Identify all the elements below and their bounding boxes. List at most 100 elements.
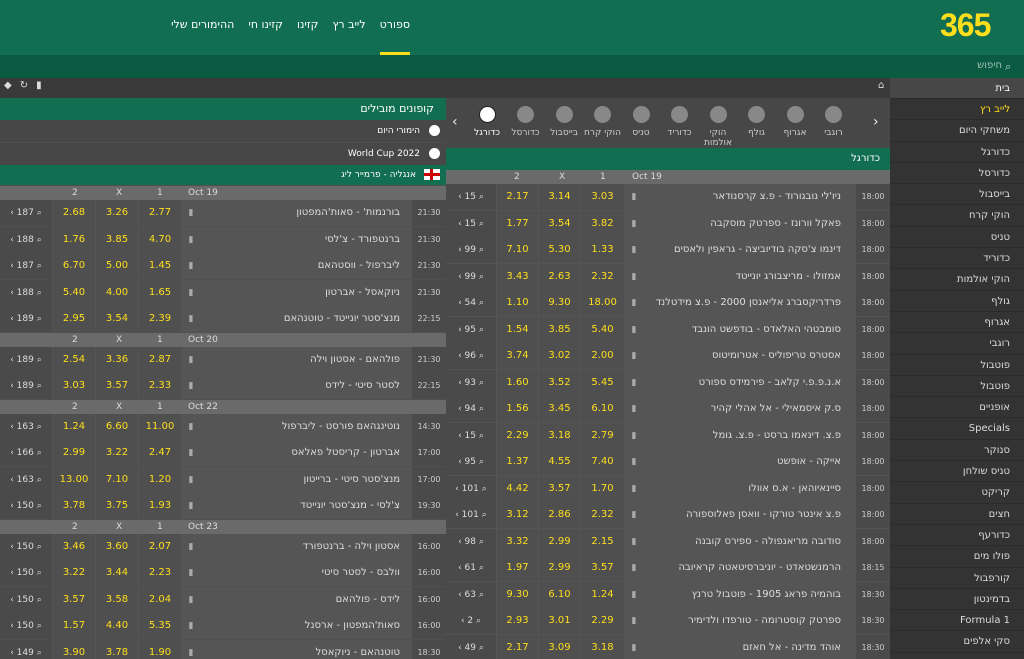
more-markets-link[interactable]: ‹ 149 ⌕ [0, 639, 52, 659]
more-markets-link[interactable]: ‹ 163 ⌕ [0, 413, 52, 440]
more-markets-link[interactable]: ‹ 150 ⌕ [0, 533, 52, 560]
more-markets-link[interactable]: ‹ 150 ⌕ [0, 613, 52, 639]
table-row[interactable]: ‹ 99 ⌕ 7.10 5.30 1.33 ▮ דינמו צ'סקה בודיוביצה… [446, 237, 890, 263]
stats-icon[interactable]: ▮ [183, 253, 199, 279]
stats-icon[interactable]: ▮ [183, 493, 199, 519]
odds-1[interactable]: 2.33 [139, 373, 181, 399]
table-row[interactable]: ‹ 150 ⌕ 3.57 3.58 2.04 ▮ לידס - פולהאם 16:00 [0, 586, 446, 613]
match-teams[interactable]: ברנטפורד - צ'לסי [200, 227, 406, 253]
match-teams[interactable]: אייקה - אופשט [644, 449, 847, 475]
odds-x[interactable]: 2.99 [539, 555, 580, 581]
more-markets-link[interactable]: ‹ 189 ⌕ [0, 306, 52, 332]
table-row[interactable]: ‹ 150 ⌕ 3.78 3.75 1.93 ▮ צ'לסי - מנצ'סטר יוני… [0, 493, 446, 519]
table-row[interactable]: ‹ 94 ⌕ 1.56 3.45 6.10 ▮ ס.ק איסמאילי - אל אהל… [446, 396, 890, 422]
odds-x[interactable]: 7.10 [96, 466, 138, 493]
sidebar-item[interactable]: הוקי אולמות [890, 269, 1024, 291]
more-markets-link[interactable]: ‹ 15 ⌕ [446, 422, 496, 449]
odds-x[interactable]: 4.40 [96, 613, 138, 639]
nav-sports[interactable]: ספורט [379, 18, 411, 55]
stats-icon[interactable]: ▮ [626, 211, 642, 237]
nav-casino[interactable]: קזינו [297, 18, 318, 55]
more-markets-link[interactable]: ‹ 187 ⌕ [0, 200, 52, 226]
stats-icon[interactable]: ▮ [626, 555, 642, 581]
odds-1[interactable]: 2.47 [139, 440, 181, 466]
match-teams[interactable]: הרמנשטאדט - יוניברסיטאטה קראיובה [644, 555, 847, 581]
odds-1[interactable]: 2.79 [581, 422, 624, 449]
sidebar-item[interactable]: חצים [890, 504, 1024, 525]
stats-icon[interactable]: ▮ [183, 534, 199, 560]
sidebar-item[interactable]: בדמינטון [890, 589, 1024, 611]
odds-2[interactable]: 3.46 [53, 533, 95, 560]
match-teams[interactable]: סאות'המפטון - ארסנל [200, 613, 406, 639]
more-markets-link[interactable]: ‹ 189 ⌕ [0, 346, 52, 373]
odds-x[interactable]: 3.18 [539, 422, 580, 449]
stats-icon[interactable]: ▮ [183, 587, 199, 613]
stats-icon[interactable]: ▮ [626, 396, 642, 422]
chevron-right-icon[interactable]: › [873, 114, 879, 130]
sport-golf[interactable]: גולף [737, 104, 777, 138]
match-teams[interactable]: דינמו צ'סקה בודיוביצה - גראפין ולאסים [644, 237, 847, 263]
odds-2[interactable]: 1.60 [497, 369, 538, 396]
odds-1[interactable]: 1.45 [139, 253, 181, 279]
more-markets-link[interactable]: ‹ 150 ⌕ [0, 493, 52, 519]
odds-x[interactable]: 3.01 [539, 608, 580, 634]
match-teams[interactable]: א.נ.פ.פ.י קלאב - פירמידס ספורט [644, 370, 847, 396]
odds-x[interactable]: 2.99 [539, 528, 580, 555]
odds-2[interactable]: 3.32 [497, 528, 538, 555]
odds-x[interactable]: 3.54 [96, 306, 138, 332]
odds-2[interactable]: 3.90 [53, 639, 95, 659]
table-row[interactable]: ‹ 15 ⌕ 2.29 3.18 2.79 ▮ פ.צ. דינאמו ברסט - פ.… [446, 422, 890, 449]
match-teams[interactable]: פולהאם - אסטון וילה [200, 347, 406, 373]
stats-icon[interactable]: ▮ [626, 264, 642, 290]
table-row[interactable]: ‹ 15 ⌕ 1.77 3.54 3.82 ▮ פאקל וורונז - ספרטק מ… [446, 210, 890, 237]
odds-2[interactable]: 1.24 [53, 413, 95, 440]
stats-icon[interactable]: ▮ [626, 608, 642, 634]
odds-2[interactable]: 3.74 [497, 343, 538, 369]
odds-1[interactable]: 6.10 [581, 396, 624, 422]
sidebar-item[interactable]: גולף [890, 291, 1024, 312]
odds-x[interactable]: 3.36 [96, 346, 138, 373]
odds-x[interactable]: 3.58 [96, 586, 138, 613]
odds-2[interactable]: 3.78 [53, 493, 95, 519]
stats-icon[interactable]: ▮ [626, 635, 642, 659]
table-row[interactable]: ‹ 2 ⌕ 2.93 3.01 2.29 ▮ ספרטק קוסטרומה - טורפד… [446, 608, 890, 634]
sport-soccer[interactable]: כדורגל [467, 104, 507, 138]
more-markets-link[interactable]: ‹ 15 ⌕ [446, 184, 496, 210]
more-markets-link[interactable]: ‹ 188 ⌕ [0, 226, 52, 253]
odds-2[interactable]: 2.93 [497, 608, 538, 634]
table-row[interactable]: ‹ 189 ⌕ 2.95 3.54 2.39 ▮ מנצ'סטר יונייטד - טו… [0, 306, 446, 332]
odds-x[interactable]: 2.86 [539, 502, 580, 528]
odds-2[interactable]: 2.68 [53, 200, 95, 226]
sidebar-item[interactable]: סנוקר [890, 440, 1024, 462]
sidebar-item-home[interactable]: בית [890, 78, 1024, 99]
match-teams[interactable]: ניוקאסל - אברטון [200, 280, 406, 306]
sidebar-item[interactable]: כדורגל [890, 142, 1024, 163]
odds-1[interactable]: 1.24 [581, 581, 624, 608]
sport-rugby[interactable]: רוגבי [814, 104, 854, 138]
odds-2[interactable]: 1.54 [497, 316, 538, 343]
odds-1[interactable]: 1.20 [139, 466, 181, 493]
odds-x[interactable]: 3.57 [96, 373, 138, 399]
stats-icon[interactable]: ▮ [626, 290, 642, 316]
stats-icon[interactable]: ▮ [626, 317, 642, 343]
more-markets-link[interactable]: ‹ 187 ⌕ [0, 253, 52, 279]
odds-x[interactable]: 9.30 [539, 290, 580, 316]
stats-icon[interactable]: ▮ [626, 582, 642, 608]
table-row[interactable]: ‹ 95 ⌕ 1.54 3.85 5.40 ▮ סומבטהי האלאדס - בודפ… [446, 316, 890, 343]
sidebar-item-live[interactable]: לייב רץ [890, 99, 1024, 121]
odds-x[interactable]: 3.44 [96, 560, 138, 586]
stats-icon[interactable]: ▮ [183, 560, 199, 586]
odds-x[interactable]: 4.55 [539, 449, 580, 475]
stats-icon[interactable]: ▮ [626, 502, 642, 528]
odds-1[interactable]: 2.23 [139, 560, 181, 586]
odds-x[interactable]: 3.26 [96, 200, 138, 226]
odds-1[interactable]: 3.03 [581, 184, 624, 210]
odds-1[interactable]: 5.35 [139, 613, 181, 639]
more-markets-link[interactable]: ‹ 188 ⌕ [0, 279, 52, 306]
match-teams[interactable]: אמזולו - מריצבורג יונייטד [644, 264, 847, 290]
odds-2[interactable]: 7.10 [497, 237, 538, 263]
odds-2[interactable]: 5.40 [53, 279, 95, 306]
odds-x[interactable]: 3.09 [539, 634, 580, 659]
more-markets-link[interactable]: ‹ 98 ⌕ [446, 528, 496, 555]
table-row[interactable]: ‹ 49 ⌕ 2.17 3.09 3.18 ▮ אוהד מדינה - אל חאזם 1… [446, 634, 890, 659]
